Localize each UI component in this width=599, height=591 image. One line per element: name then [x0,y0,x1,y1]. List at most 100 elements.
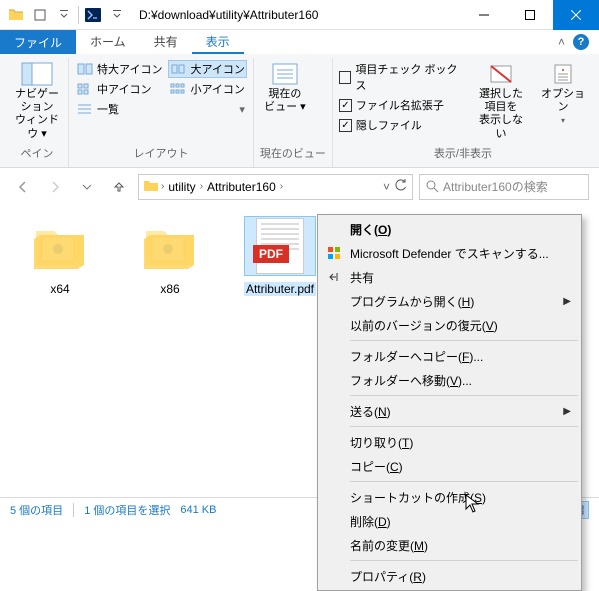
view-list[interactable]: 一覧 [75,100,164,118]
customize-qat-icon[interactable] [52,3,76,27]
separator [350,481,578,482]
navigation-pane-label: ナビゲーション ウィンドウ ▾ [14,88,60,141]
quick-access-toolbar [0,3,133,27]
view-extra-large-icons[interactable]: 特大アイコン [75,60,164,78]
view-more[interactable]: ▾ [168,100,246,118]
status-item-count: 5 個の項目 [10,502,63,518]
minimize-button[interactable] [461,0,507,30]
file-label: x64 [50,282,69,296]
view-large-icons[interactable]: 大アイコン [168,60,246,78]
ribbon-group-show-hide: 項目チェック ボックス ✓ファイル名拡張子 ✓隠しファイル 選択した項目を 表示… [333,58,593,167]
current-view-label: 現在の ビュー ▾ [264,88,306,114]
search-input[interactable]: Attributer160の検索 [419,174,589,200]
folder-icon [32,223,88,269]
file-label: Attributer.pdf [244,282,316,296]
ctx-copy[interactable]: コピー(C) [320,454,579,478]
share-icon [326,269,342,285]
address-dropdown-icon[interactable]: ˅ [383,180,390,194]
current-view-button[interactable]: 現在の ビュー ▾ [260,60,310,116]
separator [350,426,578,427]
status-size: 641 KB [180,504,216,516]
expand-ribbon-icon[interactable]: ˄ [558,35,565,49]
ribbon-group-pane: ナビゲーション ウィンドウ ▾ ペイン [6,58,69,167]
pdf-icon: PDF [256,218,304,274]
ribbon-group-pane-label: ペイン [12,143,62,165]
ribbon: ナビゲーション ウィンドウ ▾ ペイン 特大アイコン 大アイコン 中アイコン 小… [0,54,599,168]
search-icon [426,180,439,193]
ctx-create-shortcut[interactable]: ショートカットの作成(S) [320,485,579,509]
chevron-right-icon[interactable]: › [200,181,203,192]
chevron-right-icon: ▶ [563,296,571,307]
window-controls [461,0,599,30]
nav-forward-button[interactable] [42,174,68,200]
tab-home[interactable]: ホーム [76,30,140,54]
ctx-copy-to-folder[interactable]: フォルダーへコピー(F)... [320,344,579,368]
context-menu: 開く(O) Microsoft Defender でスキャンする... 共有 プ… [317,214,582,591]
file-label: x86 [160,282,179,296]
nav-up-button[interactable] [106,174,132,200]
ctx-open[interactable]: 開く(O) [320,217,579,241]
maximize-button[interactable] [507,0,553,30]
checkbox-item-check-boxes[interactable]: 項目チェック ボックス [339,60,463,94]
folder-icon [142,223,198,269]
hide-selected-button[interactable]: 選択した項目を 表示しない [477,60,525,143]
ctx-delete[interactable]: 削除(D) [320,509,579,533]
separator [350,340,578,341]
view-medium-icons[interactable]: 中アイコン [75,80,164,98]
ribbon-group-layout-label: レイアウト [75,143,247,165]
breadcrumb-segment[interactable]: Attributer160 [205,180,278,194]
close-button[interactable] [553,0,599,30]
separator [350,560,578,561]
refresh-icon[interactable] [394,178,408,195]
help-icon[interactable]: ? [573,34,589,50]
options-button[interactable]: オプション ▾ [539,60,587,128]
ctx-defender-scan[interactable]: Microsoft Defender でスキャンする... [320,241,579,265]
ribbon-tabs: ファイル ホーム 共有 表示 ˄ ? [0,30,599,54]
tab-share[interactable]: 共有 [140,30,192,54]
ribbon-group-layout: 特大アイコン 大アイコン 中アイコン 小アイコン 一覧 ▾ レイアウト [69,58,254,167]
folder-item[interactable]: x64 [20,216,100,476]
customize-qat-2-icon[interactable] [105,3,129,27]
separator [78,6,79,24]
tab-file[interactable]: ファイル [0,30,76,54]
defender-icon [326,245,342,261]
ctx-share[interactable]: 共有 [320,265,579,289]
tab-view[interactable]: 表示 [192,30,244,54]
ribbon-group-current-view: 現在の ビュー ▾ 現在のビュー [254,58,333,167]
status-selected-count: 1 個の項目を選択 [84,502,170,518]
ctx-cut[interactable]: 切り取り(T) [320,430,579,454]
ctx-previous-versions[interactable]: 以前のバージョンの復元(V) [320,313,579,337]
nav-recent-button[interactable] [74,174,100,200]
address-bar-row: › utility › Attributer160 › ˅ Attributer… [0,168,599,206]
pin-icon[interactable] [28,3,52,27]
ctx-send-to[interactable]: 送る(N)▶ [320,399,579,423]
checkbox-file-extensions[interactable]: ✓ファイル名拡張子 [339,96,463,114]
folder-item[interactable]: x86 [130,216,210,476]
pdf-badge: PDF [253,245,289,263]
checkbox-hidden-files[interactable]: ✓隠しファイル [339,116,463,134]
ctx-move-to-folder[interactable]: フォルダーへ移動(V)... [320,368,579,392]
view-small-icons[interactable]: 小アイコン [168,80,246,98]
nav-back-button[interactable] [10,174,36,200]
ctx-open-with[interactable]: プログラムから開く(H)▶ [320,289,579,313]
search-placeholder: Attributer160の検索 [443,178,548,195]
address-box[interactable]: › utility › Attributer160 › ˅ [138,174,413,200]
separator [350,395,578,396]
window-title: D:¥download¥utility¥Attributer160 [139,8,461,22]
ribbon-group-show-hide-label: 表示/非表示 [339,143,587,165]
folder-icon [143,178,159,195]
separator [73,503,74,517]
chevron-right-icon[interactable]: › [280,181,283,192]
breadcrumb-segment[interactable]: utility [166,180,197,194]
ctx-rename[interactable]: 名前の変更(M) [320,533,579,557]
title-bar: D:¥download¥utility¥Attributer160 [0,0,599,30]
pdf-file-item[interactable]: PDF Attributer.pdf [240,216,320,476]
folder-icon [4,3,28,27]
options-label: オプション [541,88,585,114]
navigation-pane-button[interactable]: ナビゲーション ウィンドウ ▾ [12,60,62,143]
hide-selected-label: 選択した項目を 表示しない [479,88,523,141]
chevron-right-icon: ▶ [563,406,571,417]
powershell-icon[interactable] [81,3,105,27]
ctx-properties[interactable]: プロパティ(R) [320,564,579,588]
chevron-right-icon[interactable]: › [161,181,164,192]
